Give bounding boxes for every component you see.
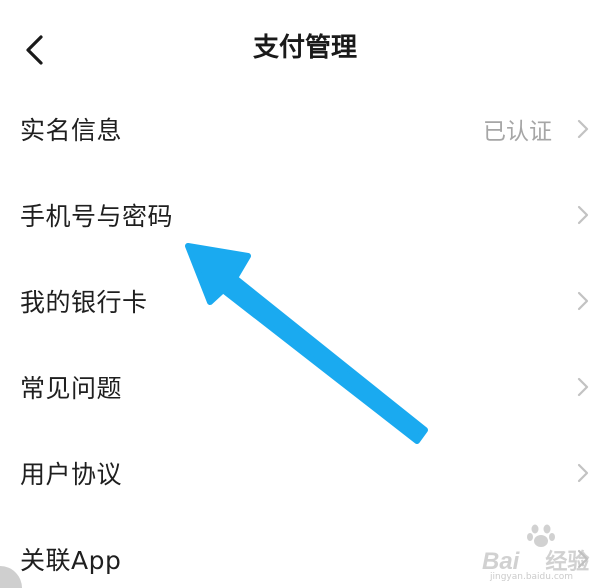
payment-management-screen: 支付管理 实名信息 已认证 手机号与密码 我的银行卡 常见问题 用户协议 关联A… (0, 0, 610, 588)
header: 支付管理 (0, 0, 610, 96)
settings-list: 实名信息 已认证 手机号与密码 我的银行卡 常见问题 用户协议 关联App (0, 86, 610, 588)
row-label: 用户协议 (20, 460, 123, 489)
chevron-right-icon (574, 203, 592, 227)
row-faq[interactable]: 常见问题 (0, 344, 610, 430)
row-label: 常见问题 (20, 374, 123, 403)
page-title: 支付管理 (252, 33, 357, 63)
verified-status: 已认证 (483, 119, 552, 145)
row-label: 手机号与密码 (20, 202, 174, 231)
chevron-right-icon (574, 117, 592, 141)
chevron-right-icon (574, 375, 592, 399)
row-label: 我的银行卡 (20, 288, 148, 317)
watermark-url: jingyan.baidu.com (490, 572, 574, 582)
row-my-bank-cards[interactable]: 我的银行卡 (0, 258, 610, 344)
chevron-right-icon (574, 461, 592, 485)
row-real-name-info[interactable]: 实名信息 已认证 (0, 86, 610, 172)
row-user-agreement[interactable]: 用户协议 (0, 430, 610, 516)
row-label: 实名信息 (20, 116, 123, 145)
chevron-right-icon (574, 289, 592, 313)
baidu-watermark: Bai 经验 jingyan.baidu.com (482, 522, 602, 584)
row-phone-and-password[interactable]: 手机号与密码 (0, 172, 610, 258)
row-label: 关联App (20, 546, 122, 575)
